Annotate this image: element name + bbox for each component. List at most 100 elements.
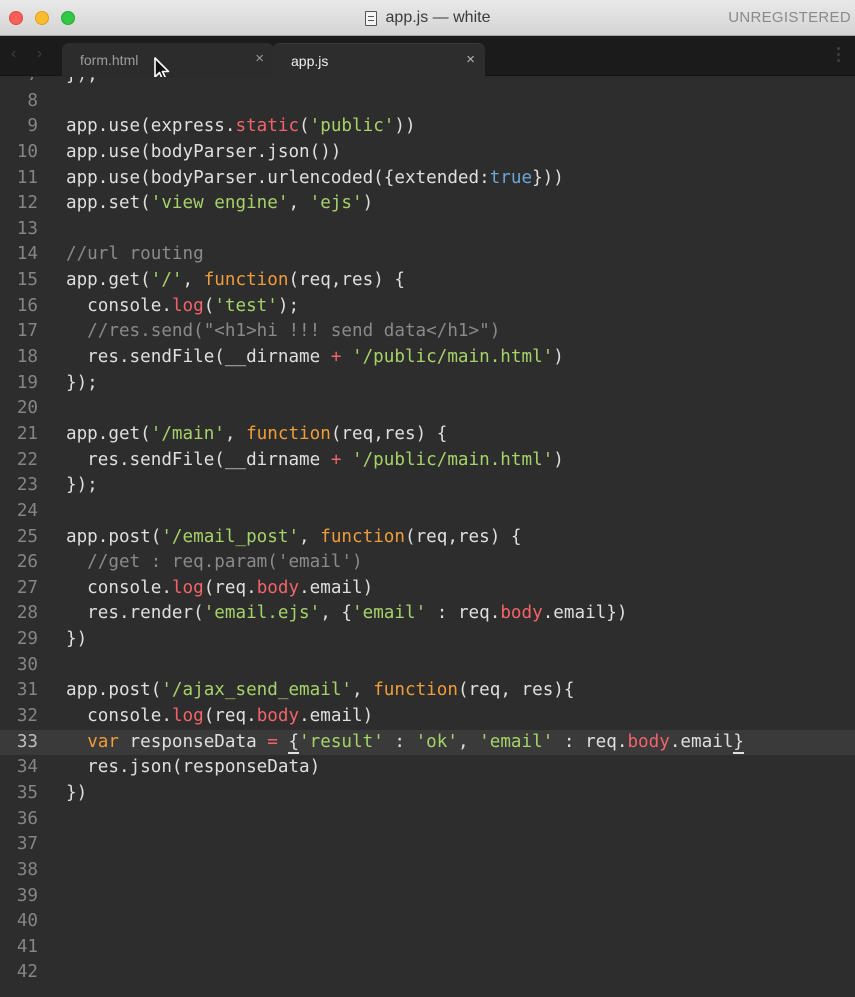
line-number: 22: [16, 449, 38, 470]
code-token: body: [627, 731, 670, 752]
code-line-13[interactable]: 13: [0, 217, 855, 243]
code-editor[interactable]: 7});89app.use(express.static('public'))1…: [0, 77, 855, 997]
code-line-17[interactable]: 17 //res.send("<h1>hi !!! send data</h1>…: [0, 319, 855, 345]
code-line-18[interactable]: 18 res.sendFile(__dirname + '/public/mai…: [0, 345, 855, 371]
code-token: (req, res){: [457, 680, 575, 701]
code-text: app.post('/ajax_send_email', function(re…: [66, 678, 574, 704]
code-line-19[interactable]: 19});: [0, 371, 855, 397]
code-token: (req,res) {: [330, 423, 448, 444]
line-number: 35: [16, 782, 38, 803]
code-text: console.log(req.body.email): [66, 576, 373, 602]
code-line-42[interactable]: 42: [0, 960, 855, 986]
code-line-21[interactable]: 21 app.get('/main', function(req,res) {: [0, 422, 855, 448]
code-line-25[interactable]: 25 app.post('/email_post', function(req,r…: [0, 525, 855, 551]
tab-label: app.js: [291, 53, 329, 69]
code-token: console.: [66, 295, 172, 316]
code-text: console.log('test');: [66, 294, 299, 320]
code-line-26[interactable]: 26 //get : req.param('email'): [0, 550, 855, 576]
code-line-28[interactable]: 28 res.render('email.ejs', {'email' : re…: [0, 601, 855, 627]
code-text: res.render('email.ejs', {'email' : req.b…: [66, 601, 627, 627]
code-token: '/email_post': [161, 526, 300, 547]
code-token: log: [171, 577, 204, 598]
code-line-23[interactable]: 23});: [0, 473, 855, 499]
code-line-29[interactable]: 29}): [0, 627, 855, 653]
code-text: console.log(req.body.email): [66, 704, 373, 730]
code-line-38[interactable]: 38: [0, 858, 855, 884]
code-line-16[interactable]: 16 console.log('test');: [0, 294, 855, 320]
code-token: app.post(: [66, 526, 162, 547]
code-line-32[interactable]: 32 console.log(req.body.email): [0, 704, 855, 730]
code-token: ): [553, 347, 564, 368]
code-line-27[interactable]: 27 console.log(req.body.email): [0, 576, 855, 602]
title-bar: app.js — white UNREGISTERED: [0, 0, 855, 36]
code-token: (req,res) {: [404, 526, 522, 547]
line-number: 19: [16, 372, 38, 393]
window-title-group: app.js — white: [0, 0, 855, 36]
code-line-9[interactable]: 9 app.use(express.static('public')): [0, 114, 855, 140]
code-line-40[interactable]: 40: [0, 909, 855, 935]
code-token: (: [299, 116, 310, 137]
code-line-14[interactable]: 14 //url routing: [0, 242, 855, 268]
code-line-11[interactable]: 11 app.use(bodyParser.urlencoded({extende…: [0, 166, 855, 192]
line-number: 42: [16, 962, 38, 983]
code-text: //res.send("<h1>hi !!! send data</h1>"): [66, 319, 500, 345]
code-line-24[interactable]: 24: [0, 499, 855, 525]
code-token: :: [383, 731, 416, 752]
code-token: (req,res) {: [288, 270, 405, 291]
code-token: (req.: [203, 706, 257, 727]
tab-close-icon[interactable]: ×: [255, 50, 264, 67]
code-line-41[interactable]: 41: [0, 935, 855, 961]
code-token: var: [87, 731, 119, 752]
code-line-31[interactable]: 31 app.post('/ajax_send_email', function(…: [0, 678, 855, 704]
line-number: 40: [16, 911, 38, 932]
code-text: //get : req.param('email'): [66, 550, 362, 576]
code-token: console.: [66, 577, 172, 598]
code-line-10[interactable]: 10 app.use(bodyParser.json()): [0, 140, 855, 166]
code-token: app.set(: [66, 193, 151, 214]
code-token: ,: [457, 731, 480, 752]
tab-nav-arrows-icon[interactable]: ‹ ›: [11, 45, 50, 63]
line-number: 41: [16, 936, 38, 957]
code-token: res.sendFile(__dirname: [66, 449, 331, 470]
code-token: '/public/main.html': [352, 347, 554, 368]
tab-close-icon[interactable]: ×: [466, 51, 475, 68]
code-token: 'email': [352, 603, 427, 624]
code-line-36[interactable]: 36: [0, 807, 855, 833]
code-token: .email): [299, 577, 374, 598]
line-number: 29: [16, 629, 38, 650]
code-token: 'ok': [415, 731, 458, 752]
code-line-34[interactable]: 34 res.json(responseData): [0, 755, 855, 781]
code-token: .email): [299, 706, 374, 727]
code-lines: 7});89app.use(express.static('public'))1…: [0, 77, 855, 986]
line-number: 12: [16, 193, 38, 214]
tab-app-js[interactable]: app.js ×: [273, 43, 485, 76]
code-line-15[interactable]: 15 app.get('/', function(req,res) {: [0, 268, 855, 294]
code-token: '/ajax_send_email': [161, 680, 353, 701]
code-text: app.use(bodyParser.urlencoded({extended:…: [66, 166, 564, 192]
code-line-20[interactable]: 20: [0, 396, 855, 422]
window-title: app.js — white: [385, 9, 491, 26]
code-line-39[interactable]: 39: [0, 884, 855, 910]
code-token: });: [66, 77, 98, 85]
code-token: =: [267, 731, 278, 752]
code-line-8[interactable]: 8: [0, 89, 855, 115]
code-text: }): [66, 627, 87, 653]
code-token: app.use(bodyParser.json()): [66, 141, 342, 162]
code-line-33[interactable]: 33 var responseData = {'result' : 'ok', …: [0, 729, 855, 756]
line-number: 7: [0, 77, 38, 89]
code-token: body: [500, 603, 543, 624]
code-line-30[interactable]: 30: [0, 653, 855, 679]
code-line-35[interactable]: 35}): [0, 781, 855, 807]
code-token: res.render(: [66, 603, 204, 624]
code-text: app.use(express.static('public')): [66, 114, 416, 140]
code-line-37[interactable]: 37: [0, 832, 855, 858]
code-line-22[interactable]: 22 res.sendFile(__dirname + '/public/mai…: [0, 448, 855, 474]
code-text: });: [66, 77, 98, 89]
code-token: 'email.ejs': [203, 603, 321, 624]
code-line-12[interactable]: 12 app.set('view engine', 'ejs'): [0, 191, 855, 217]
more-options-icon[interactable]: [837, 47, 841, 65]
code-text: app.get('/', function(req,res) {: [66, 268, 405, 294]
code-line-7[interactable]: 7});: [0, 77, 855, 89]
